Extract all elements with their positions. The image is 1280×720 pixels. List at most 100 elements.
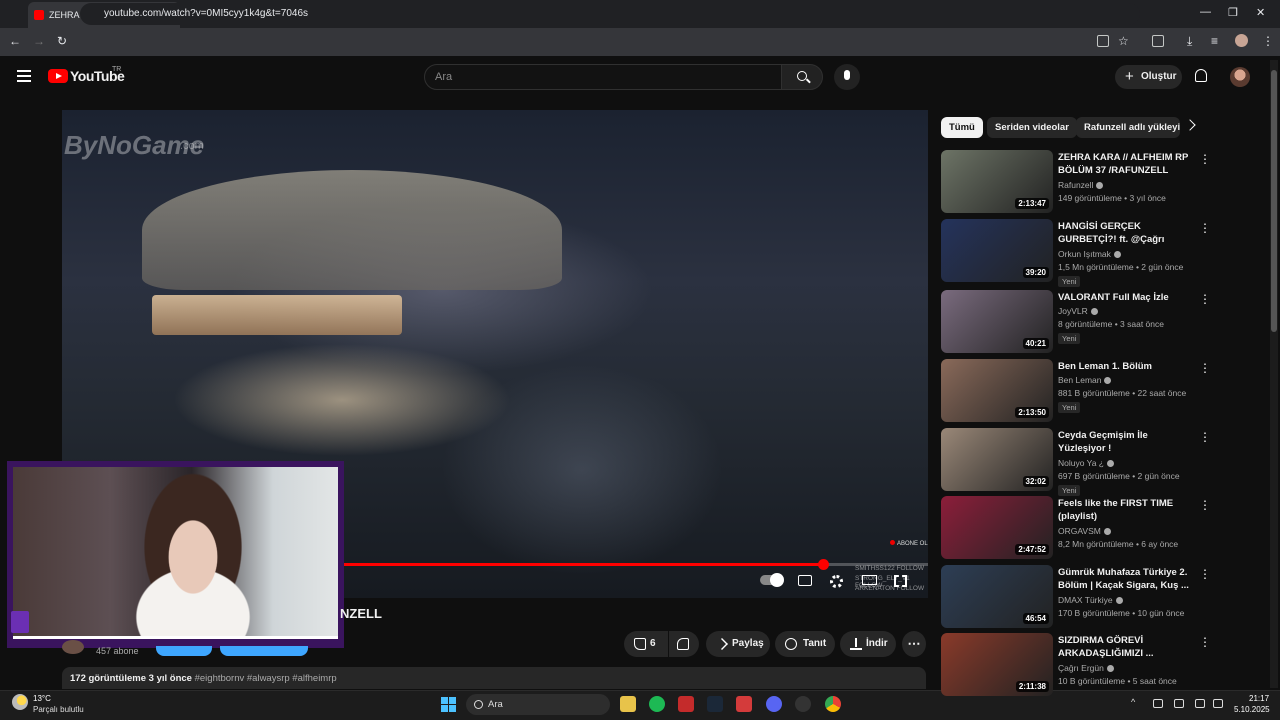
network-icon[interactable] — [1195, 699, 1205, 708]
recommendation-channel[interactable]: JoyVLR — [1058, 306, 1098, 316]
app-circle-icon[interactable] — [795, 696, 811, 712]
dislike-button[interactable] — [669, 631, 699, 657]
recommendation-item[interactable]: 46:54 Gümrük Muhafaza Türkiye 2. Bölüm | … — [941, 565, 1211, 629]
volume-icon[interactable] — [1213, 699, 1223, 708]
windows-start-icon[interactable] — [441, 697, 456, 712]
microphone-icon[interactable] — [1153, 699, 1163, 708]
scrollbar-thumb[interactable] — [1271, 70, 1277, 332]
reload-button[interactable]: ↻ — [57, 34, 67, 48]
recommendation-item[interactable]: 2:47:52 Feels like the FIRST TIME (playli… — [941, 496, 1211, 560]
recommendation-item[interactable]: 32:02 Ceyda Geçmişim İle Yüzleşiyor ! Nolu… — [941, 428, 1211, 496]
chip-series[interactable]: Seriden videolar — [987, 117, 1077, 138]
recommendation-channel[interactable]: Noluyo Ya ¿ — [1058, 458, 1114, 468]
recommendation-item[interactable]: 40:21 VALORANT Full Maç İzle JoyVLR 8 görün… — [941, 290, 1211, 354]
fullscreen-icon[interactable] — [894, 575, 907, 587]
recommendation-channel[interactable]: Rafunzell — [1058, 180, 1104, 190]
app-icon[interactable] — [678, 696, 694, 712]
browser-menu-icon[interactable]: ⋮ — [1262, 34, 1274, 48]
recommendation-item[interactable]: 2:13:47 ZEHRA KARA // ALFHEIM RP BÖLÜM 37… — [941, 150, 1211, 214]
chevron-up-icon[interactable]: ^ — [1131, 697, 1141, 707]
more-options-icon[interactable]: ⋮ — [1199, 152, 1211, 166]
youtube-logo-icon[interactable] — [48, 69, 68, 83]
url-field[interactable]: youtube.com/watch?v=0MI5cyy1k4g&t=7046s — [80, 3, 1140, 25]
recommendation-channel[interactable]: ORGAVSM — [1058, 526, 1111, 536]
media-control-icon[interactable]: ≡ — [1211, 34, 1218, 48]
back-button[interactable]: ← — [9, 34, 21, 48]
subtitles-icon[interactable] — [798, 575, 812, 586]
recommendation-item[interactable]: 39:20 HANGİSİ GERÇEK GURBETÇİ?! ft. @Çağr… — [941, 219, 1211, 287]
progress-scrubber[interactable] — [818, 559, 830, 570]
description-box[interactable]: 172 görüntüleme 3 yıl önce #eightbornv #… — [62, 667, 926, 689]
more-options-icon[interactable]: ⋮ — [1199, 635, 1211, 649]
chrome-icon[interactable] — [825, 696, 841, 712]
recommendation-title[interactable]: ZEHRA KARA // ALFHEIM RP BÖLÜM 37 /RAFUN… — [1058, 151, 1193, 177]
clock-time[interactable]: 21:17 — [1249, 694, 1269, 703]
download-icon[interactable]: ⤓ — [1187, 34, 1192, 49]
video-thumbnail[interactable]: 32:02 — [941, 428, 1053, 491]
join-button[interactable] — [156, 646, 212, 656]
promote-button[interactable]: Tanıt — [775, 631, 835, 657]
recommendation-channel[interactable]: Ben Leman — [1058, 375, 1112, 385]
recommendation-item[interactable]: 2:11:38 SIZDIRMA GÖREVİ ARKADAŞLIĞIMIZI .… — [941, 633, 1211, 697]
install-app-icon[interactable] — [1097, 35, 1109, 47]
recommendation-title[interactable]: Ben Leman 1. Bölüm — [1058, 360, 1193, 373]
search-button[interactable] — [781, 64, 823, 90]
video-thumbnail[interactable]: 2:47:52 — [941, 496, 1053, 559]
chevron-right-icon[interactable] — [1184, 119, 1196, 131]
theater-mode-icon[interactable] — [862, 575, 877, 585]
hashtags[interactable]: #eightbornv #alwaysrp #alfheimrp — [195, 673, 337, 684]
more-options-icon[interactable]: ⋮ — [1199, 221, 1211, 235]
chip-uploader[interactable]: Rafunzell adlı yükleyi — [1076, 117, 1180, 138]
recommendation-title[interactable]: Gümrük Muhafaza Türkiye 2. Bölüm | Kaçak… — [1058, 566, 1193, 592]
restore-button[interactable]: ❐ — [1228, 6, 1238, 19]
search-input[interactable]: Ara — [424, 64, 782, 90]
more-options-icon[interactable]: ⋮ — [1199, 430, 1211, 444]
recommendation-title[interactable]: HANGİSİ GERÇEK GURBETÇİ?! ft. @Çağrı Erg… — [1058, 220, 1193, 247]
recommendation-title[interactable]: SIZDIRMA GÖREVİ ARKADAŞLIĞIMIZI ... — [1058, 634, 1193, 660]
like-button[interactable]: 6 — [624, 631, 668, 657]
recommendation-item[interactable]: 2:13:50 Ben Leman 1. Bölüm Ben Leman 881 B … — [941, 359, 1211, 423]
weather-temperature[interactable]: 13°C — [33, 694, 51, 703]
more-actions-button[interactable]: ⋯ — [902, 631, 926, 657]
recommendation-channel[interactable]: Çağrı Ergün — [1058, 663, 1114, 673]
more-options-icon[interactable]: ⋮ — [1199, 498, 1211, 512]
spotify-icon[interactable] — [649, 696, 665, 712]
weather-cloud-sun-icon[interactable] — [12, 694, 28, 710]
keyboard-icon[interactable] — [1174, 699, 1184, 708]
menu-icon[interactable] — [17, 70, 31, 82]
recommendation-title[interactable]: VALORANT Full Maç İzle — [1058, 291, 1193, 304]
more-options-icon[interactable]: ⋮ — [1199, 361, 1211, 375]
create-button[interactable]: + Oluştur — [1115, 65, 1182, 89]
minimize-button[interactable]: — — [1200, 6, 1211, 18]
extensions-icon[interactable] — [1152, 35, 1164, 47]
chip-all[interactable]: Tümü — [941, 117, 983, 138]
more-options-icon[interactable]: ⋮ — [1199, 292, 1211, 306]
clock-date[interactable]: 5.10.2025 — [1234, 705, 1270, 714]
forward-button[interactable]: → — [33, 34, 45, 48]
recommendation-channel[interactable]: Orkun Işıtmak — [1058, 249, 1121, 259]
recommendation-channel[interactable]: DMAX Türkiye — [1058, 595, 1123, 605]
video-thumbnail[interactable]: 2:11:38 — [941, 633, 1053, 696]
voice-search-button[interactable] — [834, 64, 860, 90]
weather-description[interactable]: Parçalı bulutlu — [33, 705, 84, 714]
taskbar-search[interactable]: Ara — [466, 694, 610, 715]
more-options-icon[interactable]: ⋮ — [1199, 567, 1211, 581]
share-button[interactable]: Paylaş — [706, 631, 770, 657]
video-thumbnail[interactable]: 46:54 — [941, 565, 1053, 628]
account-avatar[interactable] — [1230, 67, 1250, 87]
bookmark-star-icon[interactable]: ☆ — [1118, 34, 1129, 48]
download-button[interactable]: İndir — [840, 631, 896, 657]
close-window-button[interactable]: ✕ — [1256, 6, 1265, 19]
notifications-bell-icon[interactable] — [1195, 69, 1207, 82]
discord-icon[interactable] — [766, 696, 782, 712]
channel-avatar[interactable] — [62, 640, 84, 654]
video-thumbnail[interactable]: 40:21 — [941, 290, 1053, 353]
settings-gear-icon[interactable] — [830, 575, 843, 588]
video-thumbnail[interactable]: 39:20 — [941, 219, 1053, 282]
profile-avatar[interactable] — [1235, 34, 1248, 47]
steam-icon[interactable] — [707, 696, 723, 712]
file-explorer-icon[interactable] — [620, 696, 636, 712]
recommendation-title[interactable]: Ceyda Geçmişim İle Yüzleşiyor ! — [1058, 429, 1193, 455]
video-thumbnail[interactable]: 2:13:50 — [941, 359, 1053, 422]
recommendation-title[interactable]: Feels like the FIRST TIME (playlist) — [1058, 497, 1193, 523]
